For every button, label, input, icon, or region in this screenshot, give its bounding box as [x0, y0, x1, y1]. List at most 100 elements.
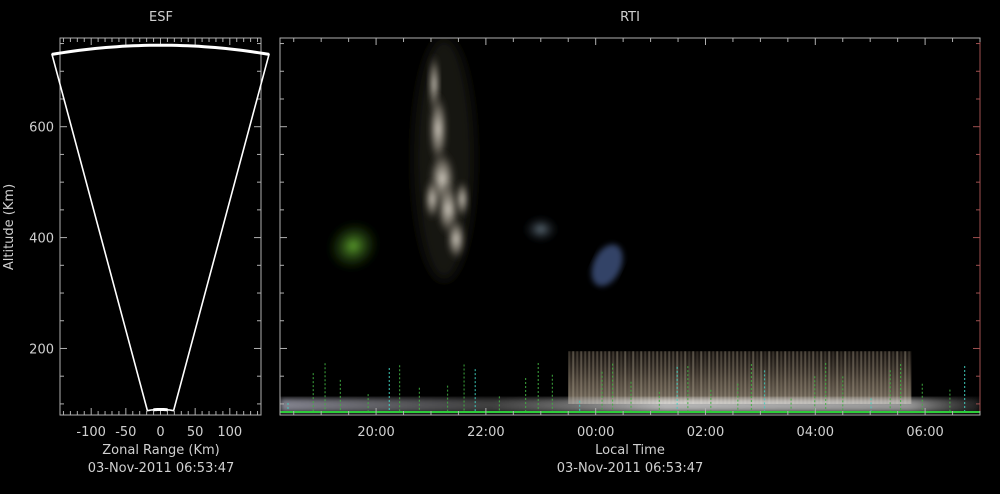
rti-echo-streak	[708, 351, 710, 404]
rti-echo-streak	[864, 351, 866, 404]
esf-y-axis-label: Altitude (Km)	[2, 184, 17, 270]
rti-echo-streak	[816, 351, 818, 404]
rti-echo-streak	[724, 351, 726, 404]
rti-echo-streak	[872, 351, 874, 404]
rti-x-tick-label: 20:00	[357, 425, 394, 440]
rti-echo-streak	[648, 351, 650, 404]
rti-echo-streak	[720, 351, 722, 404]
esf-subtitle: 03-Nov-2011 06:53:47	[88, 461, 235, 476]
esf-x-tick-label: 0	[156, 425, 164, 440]
rti-echo-streak	[728, 351, 730, 404]
rti-echo-streak	[796, 351, 798, 404]
rti-echo-streak	[716, 351, 718, 404]
rti-echo-streak	[812, 351, 814, 404]
rti-echo-bottom-band	[280, 398, 980, 412]
rti-echo-streak	[744, 351, 746, 404]
rti-echo-streak	[576, 351, 578, 404]
rti-plot-area	[280, 37, 980, 415]
rti-echo-streak	[828, 351, 830, 404]
esf-y-tick-label: 400	[29, 232, 54, 247]
rti-panel: 20:0022:0000:0002:0004:0006:00	[280, 37, 980, 440]
rti-echo-streak	[588, 351, 590, 404]
rti-echo-streak	[836, 351, 838, 404]
rti-echo-streak	[896, 351, 898, 404]
esf-panel: -100 -50 0 50 100 200 400 600	[29, 38, 269, 440]
rti-echo-streak	[760, 351, 762, 404]
rti-echo-streak	[884, 351, 886, 404]
rti-echo-streak	[604, 351, 606, 404]
esf-x-axis-label: Zonal Range (Km)	[102, 443, 219, 458]
rti-echo-streak	[668, 351, 670, 404]
rti-echo-streak	[780, 351, 782, 404]
rti-echo-streak	[596, 351, 598, 404]
rti-echo-streak	[584, 351, 586, 404]
rti-title: RTI	[620, 10, 640, 25]
rti-echo-streak	[592, 351, 594, 404]
rti-echo-streak	[732, 351, 734, 404]
rti-echo-streak	[644, 351, 646, 404]
rti-echo-streak	[868, 351, 870, 404]
rti-echo-streak	[572, 351, 574, 404]
esf-x-tick-label: -100	[76, 425, 106, 440]
rti-echo-streak	[876, 351, 878, 404]
rti-echo-streak	[832, 351, 834, 404]
rti-echo-streak	[748, 351, 750, 404]
esf-title: ESF	[149, 10, 173, 25]
esf-x-tick-label: 100	[217, 425, 242, 440]
rti-echo-streak	[660, 351, 662, 404]
rti-echo-streak	[740, 351, 742, 404]
rti-echo-mid-patch	[522, 215, 559, 243]
rti-echo-streak	[848, 351, 850, 404]
rti-echo-streak	[788, 351, 790, 404]
rti-echo-streak	[656, 351, 658, 404]
figure: -100 -50 0 50 100 200 400 600 20:00 22:00 00:00 02…	[0, 0, 1000, 490]
rti-echo-streak	[908, 351, 910, 404]
rti-echo-streak	[880, 351, 882, 404]
rti-echo-streak	[772, 351, 774, 404]
esf-y-tick-label: 600	[29, 121, 54, 136]
rti-echo-streak	[808, 351, 810, 404]
rti-echo-streak	[752, 351, 754, 404]
rti-echo-streak	[640, 351, 642, 404]
rti-subtitle: 03-Nov-2011 06:53:47	[557, 461, 704, 476]
rti-x-tick-label: 00:00	[577, 425, 614, 440]
rti-echo-streak	[756, 351, 758, 404]
rti-echo-streak	[628, 351, 630, 404]
rti-echo-streak	[608, 351, 610, 404]
esf-fan-outer-arc	[52, 45, 269, 54]
rti-x-tick-label: 06:00	[906, 425, 943, 440]
rti-echo-streak	[844, 351, 846, 404]
rti-echo-streak	[856, 351, 858, 404]
rti-echo-streak	[692, 351, 694, 404]
rti-echo-streak	[684, 351, 686, 404]
rti-echo-streak	[712, 351, 714, 404]
esf-x-tick-label: -50	[115, 425, 136, 440]
rti-echo-streak	[860, 351, 862, 404]
rti-echo-plume-blob	[455, 179, 469, 219]
rti-echo-streak	[776, 351, 778, 404]
rti-echo-streak	[800, 351, 802, 404]
rti-x-tick-label: 02:00	[687, 425, 724, 440]
rti-echo-streak	[620, 351, 622, 404]
rti-echo-streak	[784, 351, 786, 404]
rti-echo-streak	[768, 351, 770, 404]
rti-echo-streak	[688, 351, 690, 404]
rti-echo-streak	[624, 351, 626, 404]
rti-echo-streak	[892, 351, 894, 404]
rti-echo-streak	[904, 351, 906, 404]
esf-fan-outline	[52, 45, 269, 410]
rti-x-tick-label: 22:00	[467, 425, 504, 440]
rti-echo-streak	[580, 351, 582, 404]
rti-echo-streak	[704, 351, 706, 404]
rti-echo-streak	[852, 351, 854, 404]
rti-echo-streak	[700, 351, 702, 404]
rti-echo-streak	[804, 351, 806, 404]
rti-echo-streak	[840, 351, 842, 404]
esf-y-tick-label: 200	[29, 342, 54, 357]
esf-x-tick-label: 50	[187, 425, 204, 440]
rti-echo-plume-blob	[424, 177, 440, 221]
rti-echo-streak	[632, 351, 634, 404]
rti-echo-streak	[792, 351, 794, 404]
esf-plot-frame	[60, 38, 261, 415]
rti-echo-streak	[616, 351, 618, 404]
